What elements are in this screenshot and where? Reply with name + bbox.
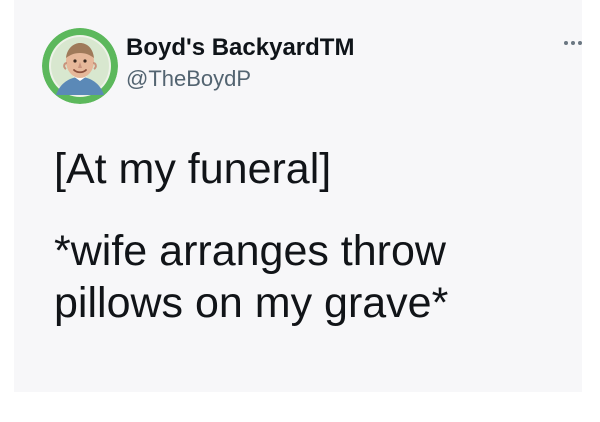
more-horizontal-icon [578, 41, 582, 45]
more-horizontal-icon [571, 41, 575, 45]
tweet-line: pillows on my grave* [54, 279, 449, 327]
tweet-line: *wife arranges throw [54, 227, 446, 275]
avatar[interactable] [42, 28, 118, 104]
avatar-icon [42, 28, 118, 104]
more-options-button[interactable] [560, 34, 586, 52]
tweet-text: [At my funeral] *wife arranges throw pil… [54, 143, 574, 329]
tweet-card[interactable]: Boyd's BackyardTM @TheBoydP [At my funer… [14, 0, 582, 392]
handle[interactable]: @TheBoydP [126, 66, 251, 92]
tweet-line: [At my funeral] [54, 145, 332, 193]
tweet-spacer [54, 195, 574, 225]
display-name[interactable]: Boyd's BackyardTM [126, 34, 354, 62]
more-horizontal-icon [564, 41, 568, 45]
